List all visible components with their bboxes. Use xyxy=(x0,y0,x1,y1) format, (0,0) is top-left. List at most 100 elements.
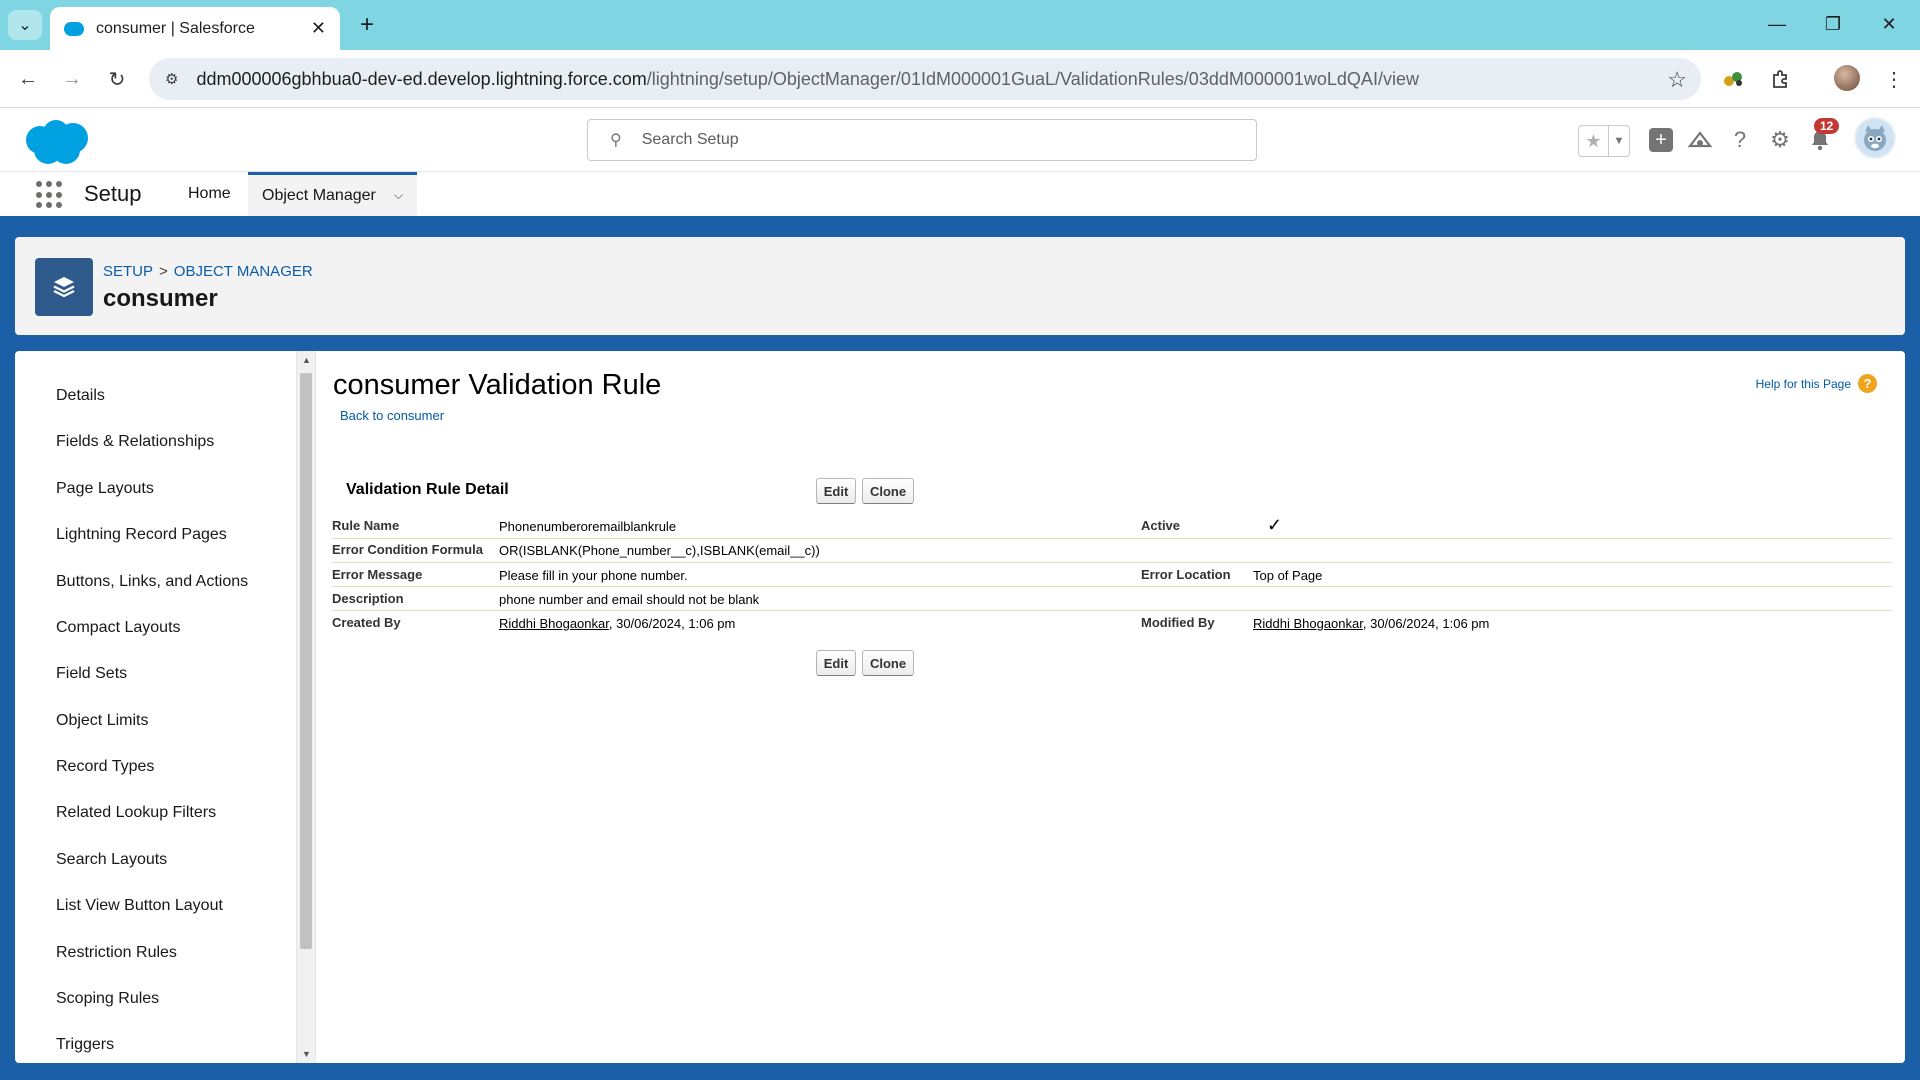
formula-label: Error Condition Formula xyxy=(332,542,483,557)
clone-button-bottom[interactable]: Clone xyxy=(862,650,914,676)
user-avatar[interactable] xyxy=(1854,117,1896,159)
detail-row-error-message: Error Message Please fill in your phone … xyxy=(332,563,1892,587)
browser-tab[interactable]: consumer | Salesforce ✕ xyxy=(50,7,340,50)
search-icon: ⚲ xyxy=(610,132,622,149)
rule-name-value: Phonenumberoremailblankrule xyxy=(499,519,677,534)
setup-gear-icon[interactable]: ⚙ xyxy=(1765,125,1795,155)
object-sidebar: Details Fields & Relationships Page Layo… xyxy=(15,351,315,1063)
sidebar-item-related-lookup-filters[interactable]: Related Lookup Filters xyxy=(56,804,216,822)
scrollbar-thumb[interactable] xyxy=(300,373,312,949)
breadcrumb-object-manager[interactable]: OBJECT MANAGER xyxy=(174,263,313,280)
sidebar-item-field-sets[interactable]: Field Sets xyxy=(56,665,127,683)
sidebar-item-scoping-rules[interactable]: Scoping Rules xyxy=(56,990,159,1008)
section-title: Validation Rule Detail xyxy=(346,481,509,498)
salesforce-logo[interactable] xyxy=(20,118,92,166)
page-title: consumer xyxy=(103,285,218,312)
restore-icon[interactable]: ❐ xyxy=(1810,6,1856,42)
chevron-down-icon[interactable]: ⌵ xyxy=(394,188,403,203)
nav-tab-home-label: Home xyxy=(188,185,231,202)
content-panel: Details Fields & Relationships Page Layo… xyxy=(15,351,1905,1063)
sidebar-item-record-types[interactable]: Record Types xyxy=(56,758,154,776)
modified-by-value: Riddhi Bhogaonkar, 30/06/2024, 1:06 pm xyxy=(1253,616,1489,631)
nav-tab-object-manager[interactable]: Object Manager ⌵ xyxy=(248,172,417,216)
tab-title: consumer | Salesforce xyxy=(96,19,255,37)
sidebar-item-fields-relationships[interactable]: Fields & Relationships xyxy=(56,433,214,451)
edit-button-top[interactable]: Edit xyxy=(816,478,856,504)
help-question-icon: ? xyxy=(1858,374,1877,393)
url-host: ddm000006gbhbua0-dev-ed.develop.lightnin… xyxy=(196,68,647,89)
scroll-up-arrow-icon[interactable]: ▲ xyxy=(297,353,316,367)
error-message-value: Please fill in your phone number. xyxy=(499,568,688,583)
error-location-label: Error Location xyxy=(1141,567,1231,582)
clone-button-top[interactable]: Clone xyxy=(862,478,914,504)
extensions-puzzle-icon[interactable] xyxy=(1765,63,1797,95)
created-by-value: Riddhi Bhogaonkar, 30/06/2024, 1:06 pm xyxy=(499,616,735,631)
sidebar-item-object-limits[interactable]: Object Limits xyxy=(56,712,148,730)
app-launcher-icon[interactable] xyxy=(36,181,64,209)
reload-icon[interactable]: ↻ xyxy=(101,63,133,95)
notification-count-badge: 12 xyxy=(1814,118,1840,134)
help-for-page-link[interactable]: Help for this Page ? xyxy=(1756,374,1877,393)
sidebar-scrollbar[interactable]: ▲ ▼ xyxy=(296,351,315,1063)
url-path: /lightning/setup/ObjectManager/01IdM0000… xyxy=(646,68,1419,89)
tab-search-chevron-icon[interactable]: ⌄ xyxy=(8,10,42,40)
active-checkmark-icon: ✓ xyxy=(1267,515,1283,535)
sidebar-item-details[interactable]: Details xyxy=(56,387,105,405)
sidebar-item-triggers[interactable]: Triggers xyxy=(56,1036,114,1054)
address-bar[interactable]: ⚙ ddm000006gbhbua0-dev-ed.develop.lightn… xyxy=(149,58,1701,100)
modified-by-date: , 30/06/2024, 1:06 pm xyxy=(1362,616,1490,631)
setup-search-input[interactable]: ⚲ Search Setup xyxy=(587,119,1257,161)
global-actions-plus-icon[interactable]: + xyxy=(1649,128,1673,152)
breadcrumb-setup[interactable]: SETUP xyxy=(103,263,153,280)
detail-row-created-modified: Created By Riddhi Bhogaonkar, 30/06/2024… xyxy=(332,611,1892,637)
favorites-dropdown-icon[interactable]: ▼ xyxy=(1609,126,1629,156)
new-tab-plus-icon[interactable]: + xyxy=(352,10,382,40)
created-by-date: , 30/06/2024, 1:06 pm xyxy=(608,616,736,631)
back-arrow-icon[interactable]: ← xyxy=(12,63,44,95)
forward-arrow-icon[interactable]: → xyxy=(56,63,88,95)
error-location-value: Top of Page xyxy=(1253,568,1323,583)
created-by-user-link[interactable]: Riddhi Bhogaonkar xyxy=(499,616,609,631)
bookmark-star-icon[interactable]: ☆ xyxy=(1667,67,1687,93)
formula-value: OR(ISBLANK(Phone_number__c),ISBLANK(emai… xyxy=(499,543,820,558)
object-page-header: SETUP > OBJECT MANAGER consumer xyxy=(15,237,1905,335)
app-name: Setup xyxy=(84,181,142,206)
sf-app-nav: Setup Home Object Manager ⌵ xyxy=(0,172,1920,219)
modified-by-user-link[interactable]: Riddhi Bhogaonkar xyxy=(1253,616,1363,631)
object-layers-icon xyxy=(35,258,93,316)
detail-row-rule-name: Rule Name Phonenumberoremailblankrule Ac… xyxy=(332,509,1892,539)
tab-close-icon[interactable]: ✕ xyxy=(311,18,326,39)
sidebar-item-search-layouts[interactable]: Search Layouts xyxy=(56,851,167,869)
sidebar-item-restriction-rules[interactable]: Restriction Rules xyxy=(56,944,177,962)
sidebar-item-buttons-links-actions[interactable]: Buttons, Links, and Actions xyxy=(56,573,248,591)
sidebar-item-list-view-button-layout[interactable]: List View Button Layout xyxy=(56,897,223,915)
browser-toolbar: ← → ↻ ⚙ ddm000006gbhbua0-dev-ed.develop.… xyxy=(0,50,1920,108)
scroll-down-arrow-icon[interactable]: ▼ xyxy=(297,1047,316,1061)
extension-colorful-icon[interactable] xyxy=(1718,63,1750,95)
validation-rule-main: consumer Validation Rule Back to consume… xyxy=(315,351,1905,1063)
edit-button-bottom[interactable]: Edit xyxy=(816,650,856,676)
sidebar-item-lightning-record-pages[interactable]: Lightning Record Pages xyxy=(56,526,227,544)
search-placeholder: Search Setup xyxy=(641,131,739,148)
nav-tab-home[interactable]: Home xyxy=(174,172,245,216)
back-to-consumer-link[interactable]: Back to consumer xyxy=(340,408,444,423)
sidebar-item-compact-layouts[interactable]: Compact Layouts xyxy=(56,619,181,637)
browser-menu-icon[interactable]: ⋮ xyxy=(1878,63,1910,95)
rule-name-label: Rule Name xyxy=(332,518,400,533)
help-link-label: Help for this Page xyxy=(1755,376,1851,391)
favorite-star-icon[interactable]: ★ xyxy=(1579,126,1609,156)
description-value: phone number and email should not be bla… xyxy=(499,592,760,607)
sidebar-item-page-layouts[interactable]: Page Layouts xyxy=(56,480,154,498)
window-close-icon[interactable]: ✕ xyxy=(1866,6,1912,42)
site-info-icon[interactable]: ⚙ xyxy=(165,70,178,88)
browser-tabstrip: ⌄ consumer | Salesforce ✕ + — ❐ ✕ xyxy=(0,0,1920,50)
created-by-label: Created By xyxy=(332,615,401,630)
sf-global-header: ⚲ Search Setup ★ ▼ + ? ⚙ xyxy=(0,108,1920,172)
help-question-icon[interactable]: ? xyxy=(1725,125,1755,155)
profile-avatar[interactable] xyxy=(1834,65,1860,91)
modified-by-label: Modified By xyxy=(1141,615,1215,630)
favorites-button-group[interactable]: ★ ▼ xyxy=(1578,125,1630,157)
minimize-icon[interactable]: — xyxy=(1754,6,1800,42)
breadcrumb-separator: > xyxy=(159,263,168,280)
trailhead-guidance-icon[interactable] xyxy=(1685,125,1715,155)
